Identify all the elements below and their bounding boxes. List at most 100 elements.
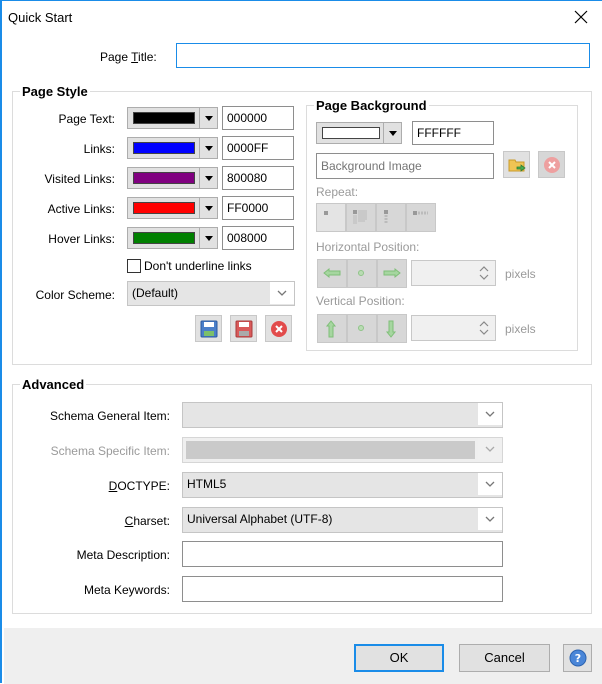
align-left-button[interactable] xyxy=(317,259,347,288)
color-swatch xyxy=(133,202,195,214)
quick-start-dialog: Quick Start Page Title: Page Style Page … xyxy=(0,0,602,684)
dropdown-arrow-icon xyxy=(205,236,213,241)
page-text-label: Page Text: xyxy=(58,112,115,126)
visited-links-color-picker[interactable] xyxy=(127,167,218,189)
color-scheme-label: Color Scheme: xyxy=(35,288,115,302)
repeat-both-button[interactable] xyxy=(346,203,376,232)
ok-button[interactable]: OK xyxy=(354,644,444,672)
page-background-title: Page Background xyxy=(314,98,429,113)
clear-image-button[interactable] xyxy=(538,151,565,178)
vertical-units-label: pixels xyxy=(505,322,536,336)
background-color-picker[interactable] xyxy=(316,122,402,144)
color-swatch xyxy=(133,232,195,244)
hover-links-label: Hover Links: xyxy=(48,232,115,246)
dont-underline-label: Don't underline links xyxy=(144,259,252,273)
meta-description-input[interactable] xyxy=(182,541,503,567)
repeat-y-icon xyxy=(384,210,388,224)
repeat-icon xyxy=(353,210,367,224)
charset-select[interactable]: Universal Alphabet (UTF-8) xyxy=(182,507,503,533)
chevron-down-icon xyxy=(478,403,502,425)
close-button[interactable] xyxy=(570,6,592,28)
align-center-v-button[interactable] xyxy=(347,314,377,343)
chevron-down-icon xyxy=(478,438,502,460)
page-title-label: Page Title: xyxy=(100,50,157,64)
arrow-left-icon xyxy=(323,267,341,279)
meta-description-label: Meta Description: xyxy=(76,548,170,562)
dont-underline-checkbox[interactable] xyxy=(127,259,141,273)
no-repeat-icon xyxy=(324,211,328,215)
advanced-title: Advanced xyxy=(20,377,87,392)
save-scheme-button[interactable] xyxy=(195,315,222,342)
align-center-h-button[interactable] xyxy=(347,259,377,288)
cancel-button[interactable]: Cancel xyxy=(459,644,550,672)
close-icon xyxy=(574,10,588,24)
hover-links-color-picker[interactable] xyxy=(127,227,218,249)
hover-links-hex-input[interactable] xyxy=(222,226,294,250)
doctype-label: DOCTYPE: xyxy=(108,479,170,493)
dropdown-arrow-icon xyxy=(205,116,213,121)
active-links-hex-input[interactable] xyxy=(222,196,294,220)
active-links-color-picker[interactable] xyxy=(127,197,218,219)
help-button[interactable]: ? xyxy=(563,644,592,672)
color-swatch xyxy=(133,112,195,124)
dropdown-arrow-icon xyxy=(389,131,397,136)
repeat-x-button[interactable] xyxy=(406,203,436,232)
horizontal-position-label: Horizontal Position: xyxy=(316,240,420,254)
help-icon: ? xyxy=(569,649,587,667)
active-links-label: Active Links: xyxy=(47,202,115,216)
chevron-down-icon xyxy=(270,282,294,304)
meta-keywords-label: Meta Keywords: xyxy=(83,583,170,597)
page-title-input[interactable] xyxy=(176,43,590,68)
repeat-y-button[interactable] xyxy=(376,203,406,232)
vertical-position-spinner[interactable] xyxy=(411,315,496,341)
dropdown-arrow-icon xyxy=(205,176,213,181)
center-dot-icon xyxy=(358,270,364,276)
page-text-hex-input[interactable] xyxy=(222,106,294,130)
repeat-x-icon xyxy=(413,211,428,215)
align-right-button[interactable] xyxy=(377,259,407,288)
dialog-footer: OK Cancel ? xyxy=(4,628,602,684)
visited-links-label: Visited Links: xyxy=(44,172,115,186)
visited-links-hex-input[interactable] xyxy=(222,166,294,190)
arrow-up-icon xyxy=(325,320,337,338)
doctype-value: HTML5 xyxy=(187,477,227,491)
save-scheme-icon xyxy=(200,320,218,338)
delete-scheme-button[interactable] xyxy=(265,315,292,342)
schema-general-select[interactable] xyxy=(182,402,503,428)
delete-scheme-icon xyxy=(271,321,287,337)
background-hex-input[interactable] xyxy=(412,121,494,145)
schema-specific-select[interactable] xyxy=(182,437,503,463)
meta-keywords-input[interactable] xyxy=(182,576,503,602)
spinner-arrows-icon xyxy=(479,321,489,335)
center-dot-icon xyxy=(358,325,364,331)
save-as-scheme-icon xyxy=(235,320,253,338)
save-as-scheme-button[interactable] xyxy=(230,315,257,342)
page-style-title: Page Style xyxy=(20,84,90,99)
charset-value: Universal Alphabet (UTF-8) xyxy=(187,512,333,526)
dropdown-arrow-icon xyxy=(205,206,213,211)
color-swatch xyxy=(322,127,380,139)
spinner-arrows-icon xyxy=(479,266,489,280)
doctype-select[interactable]: HTML5 xyxy=(182,472,503,498)
folder-open-icon xyxy=(508,159,526,172)
svg-text:?: ? xyxy=(575,652,581,665)
browse-image-button[interactable] xyxy=(503,151,530,178)
horizontal-units-label: pixels xyxy=(505,267,536,281)
title-bar: Quick Start xyxy=(4,2,602,32)
color-scheme-select[interactable]: (Default) xyxy=(127,281,295,306)
repeat-none-button[interactable] xyxy=(316,203,346,232)
align-top-button[interactable] xyxy=(317,314,347,343)
chevron-down-icon xyxy=(478,508,502,530)
color-swatch xyxy=(133,142,195,154)
page-text-color-picker[interactable] xyxy=(127,107,218,129)
arrow-right-icon xyxy=(383,267,401,279)
background-image-input[interactable] xyxy=(316,153,494,179)
links-color-picker[interactable] xyxy=(127,137,218,159)
horizontal-position-spinner[interactable] xyxy=(411,260,496,286)
align-bottom-button[interactable] xyxy=(377,314,407,343)
links-label: Links: xyxy=(83,142,115,156)
links-hex-input[interactable] xyxy=(222,136,294,160)
chevron-down-icon xyxy=(478,473,502,495)
clear-icon xyxy=(544,157,560,173)
schema-specific-label: Schema Specific Item: xyxy=(50,444,170,458)
